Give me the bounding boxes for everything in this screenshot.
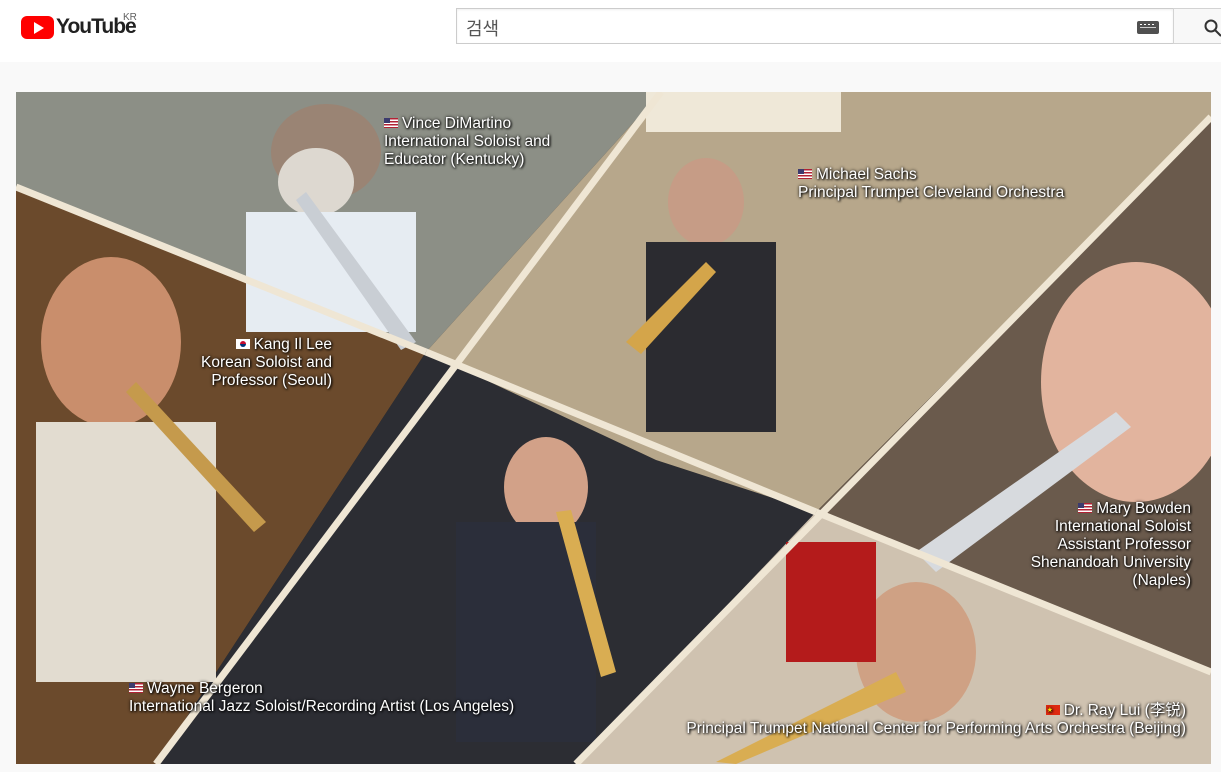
keyboard-icon[interactable]	[1137, 21, 1159, 34]
youtube-play-icon	[21, 15, 54, 39]
caption-wayne-bergeron: Wayne Bergeron International Jazz Solois…	[129, 680, 515, 715]
caption-vince-dimartino: Vince DiMartino International Soloist an…	[384, 115, 551, 168]
caption-kang-il-lee: Kang Il Lee Korean Soloist and Professor…	[201, 336, 332, 389]
search-placeholder: 검색	[466, 19, 500, 39]
video-player[interactable]: Vince DiMartino International Soloist an…	[16, 92, 1211, 764]
caption-michael-sachs: Michael Sachs Principal Trumpet Clevelan…	[798, 166, 1065, 201]
flag-us-icon	[798, 169, 812, 179]
caption-ray-lui: Dr. Ray Lui (李锐) Principal Trumpet Natio…	[616, 702, 1186, 738]
region-code: KR	[123, 12, 137, 23]
flag-cn-icon	[1045, 702, 1060, 720]
youtube-logo[interactable]: YouTube	[21, 14, 137, 40]
caption-mary-bowden: Mary Bowden International Soloist Assist…	[1030, 500, 1191, 589]
search-icon	[1204, 19, 1221, 37]
search-input[interactable]: 검색	[456, 8, 1173, 44]
masthead: YouTube KR 검색	[0, 0, 1221, 62]
flag-us-icon	[384, 118, 398, 128]
search-button[interactable]	[1173, 8, 1221, 44]
flag-us-icon	[1078, 503, 1093, 513]
flag-kr-icon	[235, 339, 250, 349]
flag-us-icon	[129, 683, 143, 693]
